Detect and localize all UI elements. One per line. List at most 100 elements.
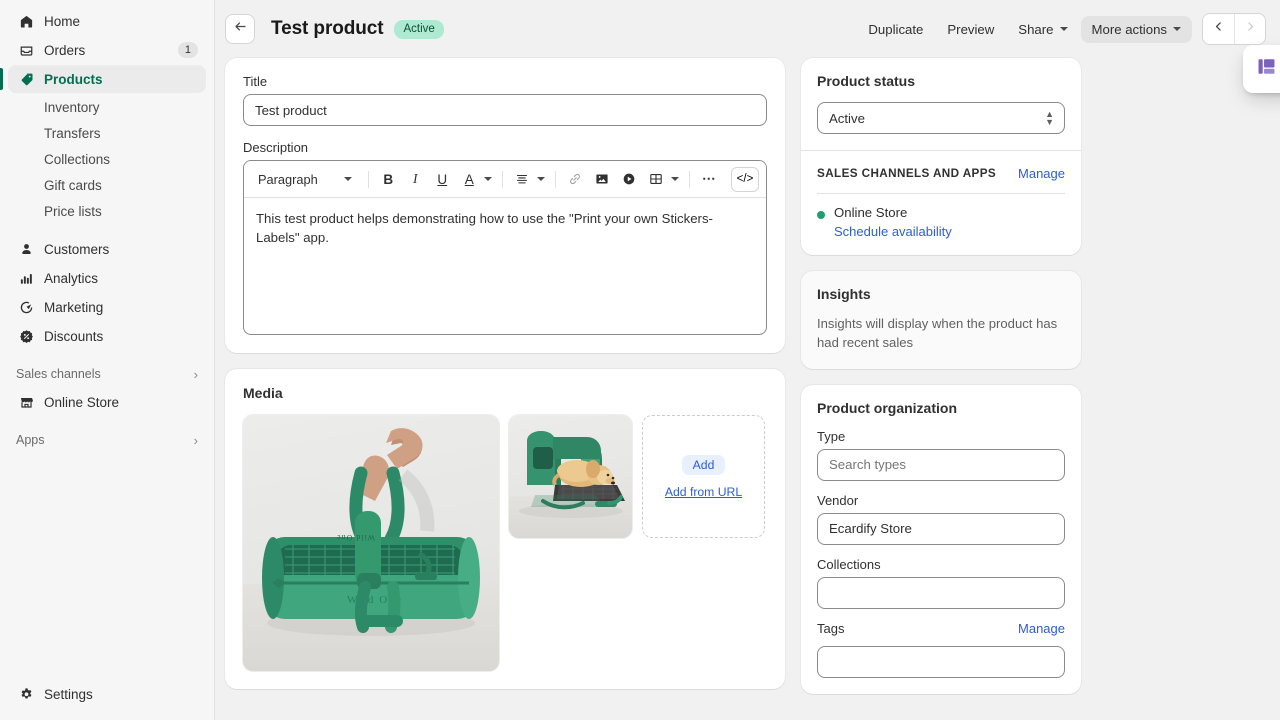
active-indicator-bar xyxy=(0,68,3,90)
title-description-card: Title Description Paragraph B xyxy=(225,58,785,353)
product-form-content: Title Description Paragraph B xyxy=(215,58,1280,720)
insights-title: Insights xyxy=(817,286,871,302)
sidebar-item-analytics[interactable]: Analytics xyxy=(8,264,206,292)
image-icon[interactable] xyxy=(590,167,615,192)
sidebar-item-inventory[interactable]: Inventory xyxy=(8,94,206,120)
sidebar-item-marketing[interactable]: Marketing xyxy=(8,293,206,321)
nav-spacer-2 xyxy=(0,351,214,361)
collections-label: Collections xyxy=(817,556,881,572)
sidebar-item-online-store[interactable]: Online Store xyxy=(8,388,206,416)
share-label: Share xyxy=(1018,21,1054,37)
text-color-button[interactable]: A xyxy=(457,167,495,192)
pet-carrier-illustration: Wild One Wild One xyxy=(262,428,480,636)
sidebar-label-inventory: Inventory xyxy=(44,99,100,115)
sidebar-item-customers[interactable]: Customers xyxy=(8,235,206,263)
product-status-select[interactable] xyxy=(817,102,1065,134)
toolbar-divider xyxy=(554,170,556,188)
underline-button[interactable]: U xyxy=(430,167,455,192)
align-button[interactable] xyxy=(510,167,548,192)
previous-product-button[interactable] xyxy=(1203,14,1234,44)
preview-button[interactable]: Preview xyxy=(936,16,1005,43)
italic-button[interactable]: I xyxy=(403,167,428,192)
sidebar-group-sales-channels[interactable]: Sales channels › xyxy=(8,361,206,387)
media-upload-dropzone[interactable]: Add Add from URL xyxy=(642,415,765,538)
sidebar-item-settings[interactable]: Settings xyxy=(8,680,206,708)
type-input[interactable] xyxy=(817,448,1065,481)
block-format-value: Paragraph xyxy=(258,171,318,187)
text-color-glyph: A xyxy=(464,171,474,187)
tags-label-row: Tags Manage xyxy=(817,621,1065,636)
manage-tags-link[interactable]: Manage xyxy=(1018,621,1065,636)
settings-label: Settings xyxy=(44,686,93,702)
toolbar-divider xyxy=(688,170,690,188)
sidebar-label-marketing: Marketing xyxy=(44,299,104,315)
orders-count-badge: 1 xyxy=(177,42,198,58)
collections-input[interactable] xyxy=(817,576,1065,609)
dog-in-carrier-illustration xyxy=(519,431,625,518)
apps-label: Apps xyxy=(16,433,45,447)
analytics-icon xyxy=(16,271,36,286)
sidebar-item-discounts[interactable]: Discounts xyxy=(8,322,206,350)
menu-item-print-stickers-labels[interactable]: Print Stickers & Labels xyxy=(1249,51,1280,87)
toolbar-divider xyxy=(367,170,369,188)
sidebar-item-collections[interactable]: Collections xyxy=(8,146,206,172)
media-image-secondary[interactable] xyxy=(509,415,632,538)
tags-input[interactable] xyxy=(817,645,1065,678)
sidebar-group-apps[interactable]: Apps › xyxy=(8,427,206,453)
chevron-left-icon xyxy=(1212,20,1225,38)
sidebar-label-customers: Customers xyxy=(44,241,110,257)
sidebar-label-discounts: Discounts xyxy=(44,328,104,344)
sidebar-item-gift-cards[interactable]: Gift cards xyxy=(8,172,206,198)
toolbar-divider xyxy=(501,170,503,188)
share-button[interactable]: Share xyxy=(1007,16,1078,43)
tags-label: Tags xyxy=(817,620,845,636)
media-image-primary[interactable]: Wild One Wild One xyxy=(243,415,499,671)
marketing-icon xyxy=(16,300,36,315)
more-actions-button[interactable]: More actions xyxy=(1080,15,1192,43)
manage-channels-link[interactable]: Manage xyxy=(1018,166,1065,181)
vendor-field: Vendor xyxy=(817,493,1065,545)
sidebar-label-online-store: Online Store xyxy=(44,394,120,410)
left-column: Title Description Paragraph B xyxy=(225,58,785,720)
status-badge: Active xyxy=(394,19,444,39)
sidebar-item-products[interactable]: Products xyxy=(0,65,206,93)
table-button[interactable] xyxy=(644,167,682,192)
vendor-label: Vendor xyxy=(817,492,859,508)
add-from-url-link[interactable]: Add from URL xyxy=(665,485,742,499)
video-icon[interactable] xyxy=(617,167,642,192)
ellipsis-icon[interactable]: ⋯ xyxy=(697,167,722,192)
next-product-button[interactable] xyxy=(1234,14,1265,44)
product-organization-title: Product organization xyxy=(817,399,957,416)
section-divider xyxy=(817,193,1065,194)
schedule-availability-link[interactable]: Schedule availability xyxy=(834,224,952,239)
bold-button[interactable]: B xyxy=(376,167,401,192)
sidebar-item-transfers[interactable]: Transfers xyxy=(8,120,206,146)
sidebar-label-home: Home xyxy=(44,13,81,29)
sidebar-item-home[interactable]: Home xyxy=(8,7,206,35)
block-format-select[interactable]: Paragraph xyxy=(251,168,359,191)
chevron-down-icon xyxy=(536,177,545,181)
svg-text:Wild One: Wild One xyxy=(336,533,375,542)
nav-spacer-3 xyxy=(0,417,214,427)
shopify-admin-product-page: Home Orders 1 Products Inventory Transfe… xyxy=(0,0,1280,720)
description-text[interactable]: This test product helps demonstrating ho… xyxy=(244,198,766,334)
chevron-down-icon xyxy=(1173,27,1181,31)
sidebar-item-orders[interactable]: Orders 1 xyxy=(8,36,206,64)
page-title: Test product xyxy=(271,18,384,39)
vendor-input[interactable] xyxy=(817,512,1065,545)
chevron-down-icon xyxy=(670,177,679,181)
link-icon[interactable] xyxy=(563,167,588,192)
add-media-button[interactable]: Add xyxy=(681,454,726,475)
sidebar-item-price-lists[interactable]: Price lists xyxy=(8,198,206,224)
title-input[interactable] xyxy=(243,94,767,126)
code-view-button[interactable]: </> xyxy=(731,166,759,192)
collections-field: Collections xyxy=(817,557,1065,609)
sales-channels-header: SALES CHANNELS AND APPS Manage xyxy=(817,166,1065,181)
products-tag-icon xyxy=(16,72,36,87)
description-rich-text-editor: Paragraph B I U A ⋯ </> This test produc… xyxy=(243,160,767,335)
back-button[interactable] xyxy=(225,14,255,44)
duplicate-button[interactable]: Duplicate xyxy=(857,16,934,43)
product-status-select-wrap: ▲▼ xyxy=(817,102,1065,134)
more-actions-label: More actions xyxy=(1091,21,1168,37)
chevron-right-icon: › xyxy=(193,432,198,448)
